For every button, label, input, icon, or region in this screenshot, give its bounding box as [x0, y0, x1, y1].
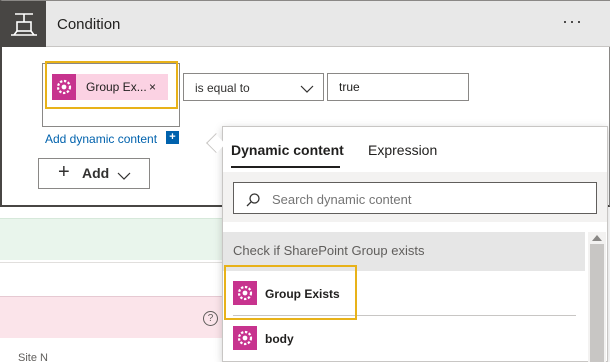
highlight-box: [45, 61, 178, 109]
more-options-icon[interactable]: ···: [562, 11, 583, 32]
search-input[interactable]: [272, 190, 582, 208]
condition-icon: [2, 1, 46, 47]
add-dynamic-content-link[interactable]: Add dynamic content: [45, 132, 157, 146]
tab-dynamic-content[interactable]: Dynamic content: [231, 142, 344, 158]
scroll-up-icon[interactable]: [592, 235, 602, 241]
condition-title: Condition: [57, 16, 121, 33]
plus-icon: +: [58, 161, 70, 183]
search-icon: [245, 192, 261, 213]
help-icon[interactable]: ?: [203, 311, 218, 326]
list-item-body[interactable]: body: [265, 332, 294, 346]
tab-expression[interactable]: Expression: [368, 142, 437, 158]
true-branch-row: [0, 218, 230, 260]
chevron-down-icon: [300, 81, 314, 99]
sharepoint-gear-icon: [233, 326, 257, 350]
value-input[interactable]: [327, 73, 469, 101]
highlight-box: [224, 265, 357, 320]
add-dynamic-content-icon[interactable]: +: [166, 131, 179, 144]
false-branch-row: [0, 296, 230, 338]
active-tab-indicator: [231, 166, 340, 168]
operator-label: is equal to: [195, 81, 250, 95]
add-button-label: Add: [82, 165, 110, 181]
section-label: Check if SharePoint Group exists: [233, 243, 425, 258]
condition-header[interactable]: Condition ···: [2, 1, 610, 47]
partial-label: Site N: [18, 352, 48, 362]
divider: [0, 262, 230, 263]
screen: ? Site N Condition ··· Group Ex... × is …: [0, 0, 610, 362]
scrollbar-thumb[interactable]: [590, 244, 604, 362]
chevron-down-icon: [117, 168, 131, 186]
